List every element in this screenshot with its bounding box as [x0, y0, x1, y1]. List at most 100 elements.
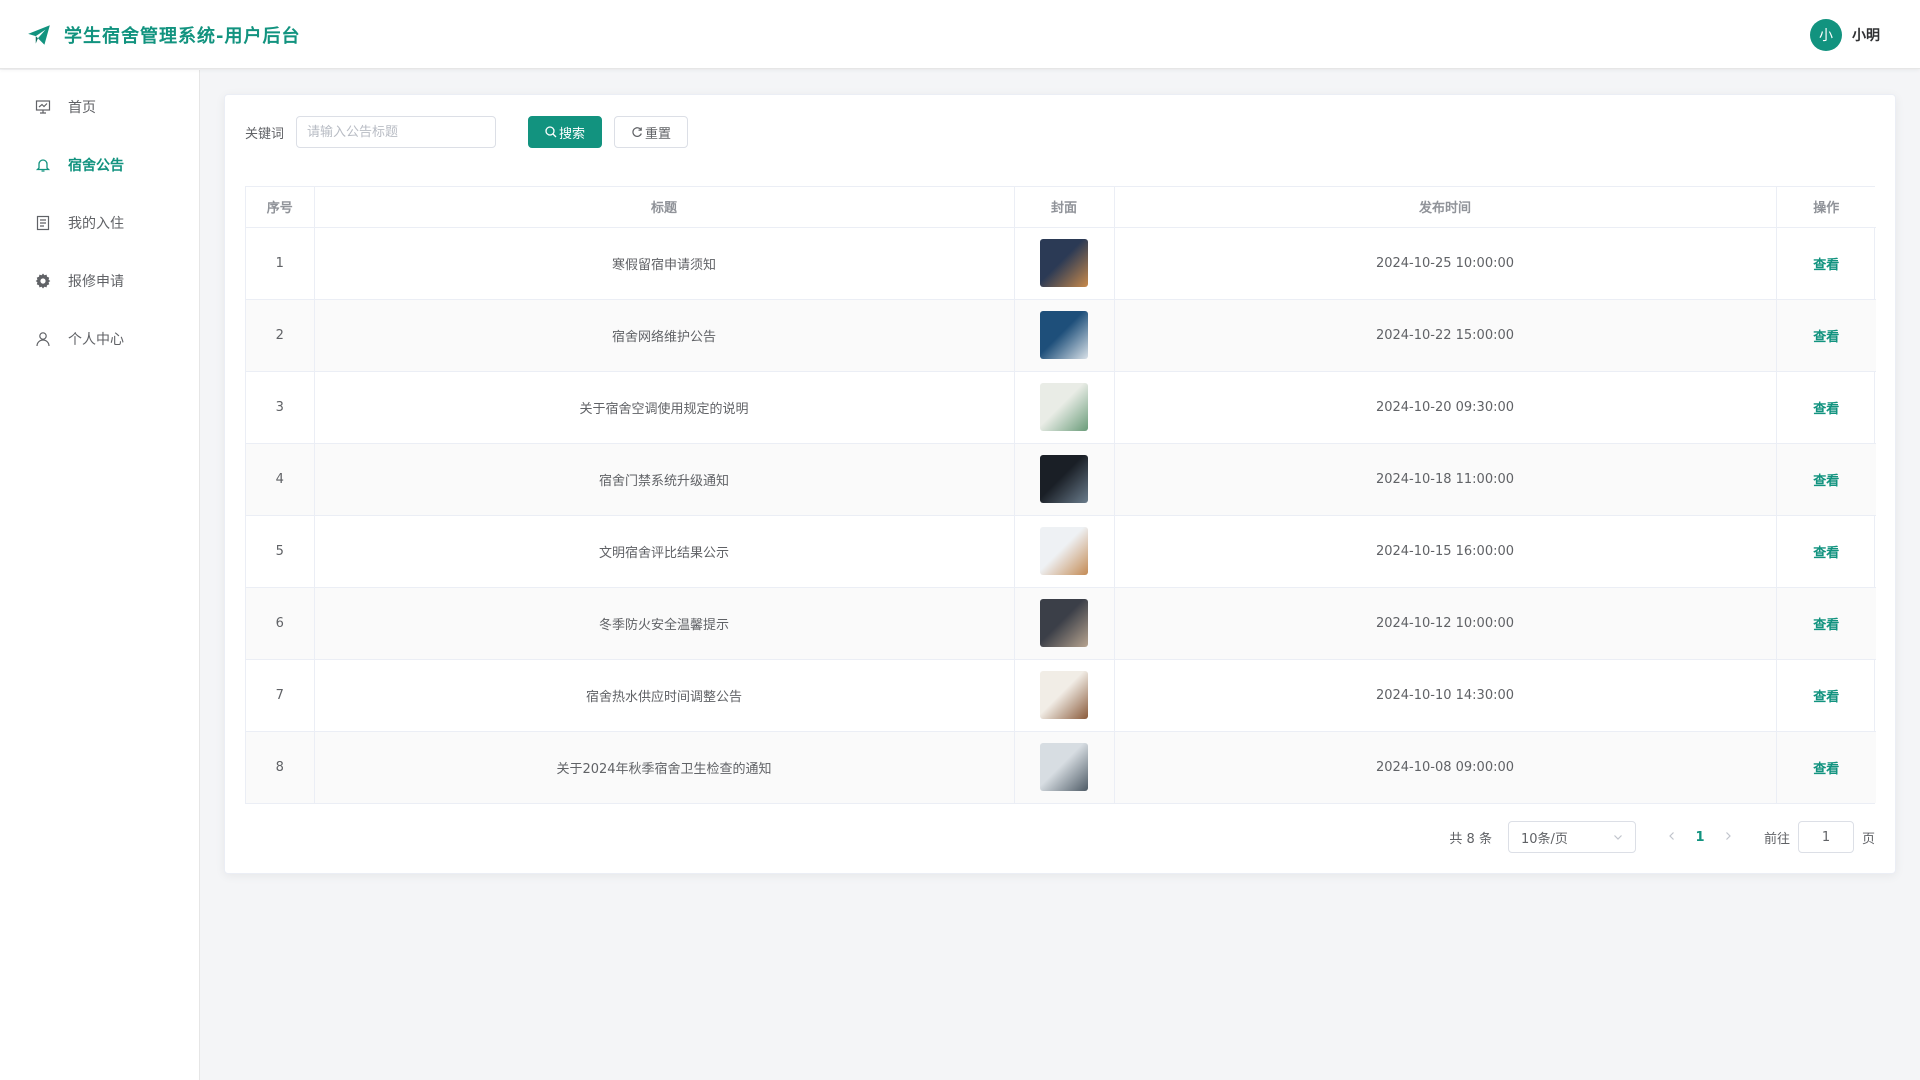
next-page-button[interactable]	[1716, 830, 1740, 845]
reset-button-label: 重置	[645, 126, 672, 142]
cell-time: 2024-10-20 09:30:00	[1114, 371, 1777, 444]
cell-index: 8	[246, 731, 315, 803]
cell-index: 4	[246, 443, 315, 516]
table-row: 2 宿舍网络维护公告 2024-10-22 15:00:00 查看	[246, 299, 1876, 372]
search-bar: 关键词 搜索 重置	[245, 116, 689, 148]
pagination: 共 8 条 10条/页 1 前往 页	[1449, 821, 1875, 853]
table-row: 1 寒假留宿申请须知 2024-10-25 10:00:00 查看	[246, 227, 1876, 300]
cell-cover	[1014, 587, 1115, 660]
announcement-card: 关键词 搜索 重置 序号 标题 封面 发布时间 操作	[224, 94, 1896, 874]
page-size-select[interactable]: 10条/页	[1507, 821, 1636, 853]
goto-label: 前往	[1763, 831, 1790, 847]
pagination-total: 共 8 条	[1449, 831, 1492, 847]
announcement-table: 序号 标题 封面 发布时间 操作 1 寒假留宿申请须知 2024-10-25 10:…	[245, 186, 1876, 804]
sidebar-menu: 首页 宿舍公告 我的入住 报修申请 个人中心	[0, 70, 199, 368]
cell-title: 宿舍门禁系统升级通知	[314, 443, 1015, 516]
sidebar-item-profile[interactable]: 个人中心	[0, 310, 199, 368]
view-link[interactable]: 查看	[1813, 762, 1839, 777]
app-title: 学生宿舍管理系统-用户后台	[64, 26, 301, 47]
cover-image[interactable]	[1040, 455, 1088, 503]
view-link[interactable]: 查看	[1813, 330, 1839, 345]
keyword-label: 关键词	[245, 126, 285, 142]
column-header-action: 操作	[1776, 187, 1876, 228]
table-row: 5 文明宿舍评比结果公示 2024-10-15 16:00:00 查看	[246, 515, 1876, 588]
user-menu[interactable]: 小 小明	[1810, 19, 1880, 51]
top-header: 学生宿舍管理系统-用户后台 小 小明	[0, 0, 1920, 69]
cell-index: 7	[246, 659, 315, 732]
cover-image[interactable]	[1040, 743, 1088, 792]
cell-cover	[1014, 371, 1115, 444]
cover-image[interactable]	[1040, 671, 1088, 719]
cell-action: 查看	[1776, 731, 1876, 803]
table-row: 4 宿舍门禁系统升级通知 2024-10-18 11:00:00 查看	[246, 443, 1876, 516]
paper-plane-icon[interactable]	[26, 22, 52, 48]
view-link[interactable]: 查看	[1813, 690, 1839, 705]
cover-image[interactable]	[1040, 527, 1088, 575]
cell-title: 文明宿舍评比结果公示	[314, 515, 1015, 588]
search-button[interactable]: 搜索	[528, 116, 603, 148]
sidebar-item-announcements[interactable]: 宿舍公告	[0, 136, 199, 194]
cell-action: 查看	[1776, 515, 1876, 588]
cell-cover	[1014, 659, 1115, 732]
cell-action: 查看	[1776, 443, 1876, 516]
column-header-index: 序号	[246, 187, 315, 228]
table-row: 3 关于宿舍空调使用规定的说明 2024-10-20 09:30:00 查看	[246, 371, 1876, 444]
view-link[interactable]: 查看	[1813, 258, 1839, 273]
view-link[interactable]: 查看	[1813, 474, 1839, 489]
view-link[interactable]: 查看	[1813, 618, 1839, 633]
cell-time: 2024-10-08 09:00:00	[1114, 731, 1777, 803]
cover-image[interactable]	[1040, 383, 1088, 431]
user-icon	[34, 330, 52, 348]
sidebar-item-my-checkin[interactable]: 我的入住	[0, 194, 199, 252]
sidebar-item-label: 宿舍公告	[68, 158, 124, 174]
view-link[interactable]: 查看	[1813, 546, 1839, 561]
chevron-left-icon	[1669, 831, 1674, 840]
chevron-right-icon	[1726, 831, 1731, 840]
cell-index: 1	[246, 227, 315, 300]
bell-icon	[34, 156, 52, 174]
cell-time: 2024-10-10 14:30:00	[1114, 659, 1777, 732]
goto-page-input[interactable]	[1797, 821, 1854, 853]
refresh-icon	[632, 127, 642, 137]
table-row: 6 冬季防火安全温馨提示 2024-10-12 10:00:00 查看	[246, 587, 1876, 660]
cell-action: 查看	[1776, 371, 1876, 444]
page-size-value: 10条/页	[1520, 831, 1568, 847]
cell-title: 关于宿舍空调使用规定的说明	[314, 371, 1015, 444]
reset-button[interactable]: 重置	[614, 116, 689, 148]
cell-time: 2024-10-12 10:00:00	[1114, 587, 1777, 660]
sidebar-item-home[interactable]: 首页	[0, 78, 199, 136]
sidebar-item-label: 报修申请	[68, 274, 124, 290]
cell-cover	[1014, 227, 1115, 300]
column-header-title: 标题	[314, 187, 1015, 228]
table-header-row: 序号 标题 封面 发布时间 操作	[246, 187, 1876, 228]
cell-action: 查看	[1776, 587, 1876, 660]
cell-title: 宿舍网络维护公告	[314, 299, 1015, 372]
search-input[interactable]	[296, 116, 497, 148]
cover-image[interactable]	[1040, 311, 1088, 359]
document-icon	[34, 214, 52, 232]
sidebar-item-repair[interactable]: 报修申请	[0, 252, 199, 310]
table-row: 8 关于2024年秋季宿舍卫生检查的通知 2024-10-08 09:00:00 查看	[246, 731, 1876, 803]
cell-title: 冬季防火安全温馨提示	[314, 587, 1015, 660]
view-link[interactable]: 查看	[1813, 402, 1839, 417]
cell-cover	[1014, 443, 1115, 516]
prev-page-button[interactable]	[1660, 830, 1684, 845]
page-number-button[interactable]: 1	[1684, 830, 1716, 845]
cell-title: 宿舍热水供应时间调整公告	[314, 659, 1015, 732]
user-name[interactable]: 小明	[1852, 25, 1880, 45]
cell-index: 3	[246, 371, 315, 444]
sidebar: 首页 宿舍公告 我的入住 报修申请 个人中心	[0, 70, 200, 1080]
avatar[interactable]: 小	[1810, 19, 1842, 51]
page-unit-label: 页	[1861, 831, 1875, 847]
cell-time: 2024-10-22 15:00:00	[1114, 299, 1777, 372]
cell-title: 关于2024年秋季宿舍卫生检查的通知	[314, 731, 1015, 803]
cover-image[interactable]	[1040, 599, 1088, 647]
table-row: 7 宿舍热水供应时间调整公告 2024-10-10 14:30:00 查看	[246, 659, 1876, 732]
cell-time: 2024-10-15 16:00:00	[1114, 515, 1777, 588]
gear-icon	[34, 272, 52, 290]
cell-action: 查看	[1776, 227, 1876, 300]
sidebar-item-label: 首页	[68, 100, 96, 116]
chevron-down-icon	[1614, 835, 1622, 840]
cell-index: 6	[246, 587, 315, 660]
cover-image[interactable]	[1040, 239, 1088, 287]
